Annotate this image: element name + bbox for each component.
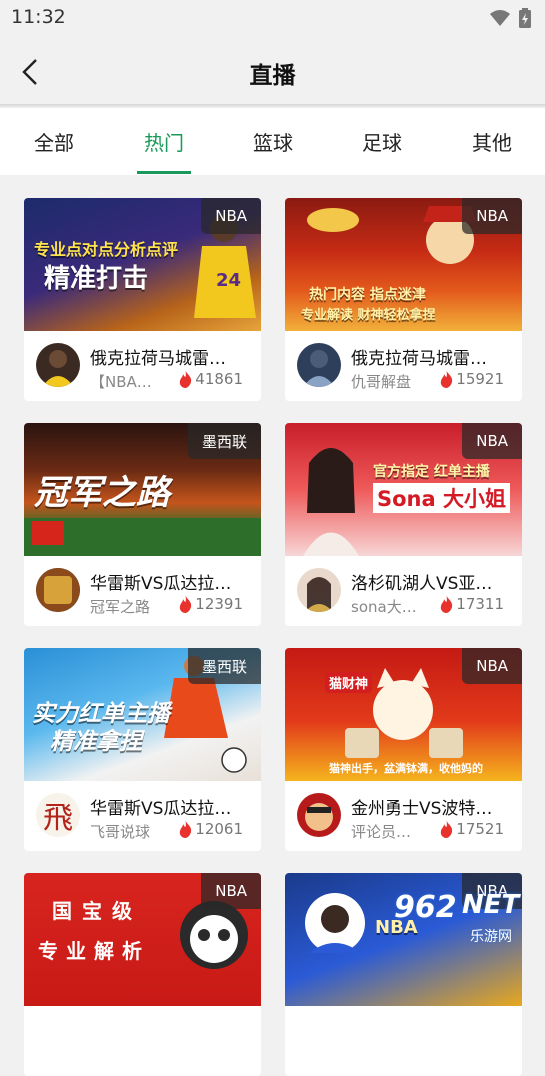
heat-value: 12391: [195, 595, 243, 613]
tab-basketball[interactable]: 篮球: [233, 127, 313, 156]
thumb-headline: 官方指定 红单主播: [373, 464, 490, 480]
live-card[interactable]: 24 专业点对点分析点评 精准打击 NBA 俄克拉荷马城雷… 【NBA… 418…: [24, 198, 261, 401]
thumb-headline: 热门内容 指点迷津: [309, 287, 426, 303]
match-title: 洛杉矶湖人VS亚…: [351, 574, 493, 594]
heat-value: 17521: [456, 820, 504, 838]
thumb-subheadline: 专业解读 财神轻松拿捏: [301, 308, 436, 323]
match-title: 俄克拉荷马城雷…: [90, 349, 226, 369]
heat-count: 17521: [440, 820, 504, 838]
thumb-headline: 冠军之路: [34, 473, 170, 513]
thumb-subheadline: 猫神出手，盆满钵满，收他妈的: [329, 762, 483, 775]
flame-icon: [180, 595, 192, 613]
heat-value: 17311: [456, 595, 504, 613]
calligraphy-avatar-icon: 飛: [36, 793, 80, 837]
heat-count: 12391: [179, 595, 243, 613]
live-card[interactable]: 猫财神 猫神出手，盆满钵满，收他妈的 NBA 金州勇士VS波特… 评论员… 17…: [285, 648, 522, 851]
league-badge: 墨西联: [187, 423, 261, 459]
flame-icon: [180, 820, 192, 838]
live-card[interactable]: 实力红单主播 精准拿捏 墨西联 飛 华雷斯VS瓜达拉… 飞哥说球 12061: [24, 648, 261, 851]
anchor-name: 飞哥说球: [90, 823, 151, 841]
match-title: 俄克拉荷马城雷…: [351, 349, 487, 369]
anchor-name: sona大…: [351, 598, 417, 616]
live-card[interactable]: 官方指定 红单主播 Sona 大小姐 NBA 洛杉矶湖人VS亚… sona大… …: [285, 423, 522, 626]
player-avatar-icon: [36, 343, 80, 387]
live-thumbnail: 猫财神 猫神出手，盆满钵满，收他妈的 NBA: [285, 648, 522, 781]
category-tabs: 全部 热门 篮球 足球 其他: [0, 108, 545, 175]
header: 直播: [0, 36, 545, 106]
watermark-sub: 乐游网: [470, 929, 512, 945]
live-card[interactable]: 国宝级 专业解析 NBA: [24, 873, 261, 1076]
page-title: 直播: [249, 63, 296, 89]
status-bar: 11:32: [0, 0, 545, 36]
tab-hot[interactable]: 热门: [124, 127, 204, 156]
heat-count: 15921: [440, 370, 504, 388]
battery-icon: [519, 8, 531, 28]
live-grid: 24 专业点对点分析点评 精准打击 NBA 俄克拉荷马城雷… 【NBA… 418…: [0, 175, 545, 1076]
anchor-name: 冠军之路: [90, 598, 151, 616]
match-title: 华雷斯VS瓜达拉…: [90, 574, 232, 594]
heat-value: 12061: [195, 820, 243, 838]
anchor-name: 【NBA…: [90, 373, 152, 391]
thumb-subheadline: 精准拿捏: [50, 729, 142, 755]
thumb-subheadline: Sona 大小姐: [373, 483, 510, 513]
watermark-number: 962: [394, 890, 457, 925]
player-avatar-icon: [36, 568, 80, 612]
match-title: 金州勇士VS波特…: [351, 799, 493, 819]
live-thumbnail: 国宝级 专业解析 NBA: [24, 873, 261, 1006]
thumb-subheadline: 专业解析: [38, 939, 150, 963]
live-thumbnail: 24 专业点对点分析点评 精准打击 NBA: [24, 198, 261, 331]
cartoon-avatar-icon: [297, 793, 341, 837]
watermark-net: NET: [462, 890, 520, 920]
flame-icon: [441, 595, 453, 613]
anchor-name: 仇哥解盘: [351, 373, 412, 391]
live-thumbnail: 热门内容 指点迷津 专业解读 财神轻松拿捏 NBA: [285, 198, 522, 331]
tab-football[interactable]: 足球: [342, 127, 422, 156]
thumb-headline: 国宝级: [52, 899, 142, 923]
avatar-char: 飛: [43, 801, 73, 836]
heat-count: 12061: [179, 820, 243, 838]
thumb-headline: 猫财神: [325, 672, 373, 693]
league-badge: NBA: [462, 198, 522, 234]
heat-value: 41861: [195, 370, 243, 388]
live-card[interactable]: 冠军之路 墨西联 华雷斯VS瓜达拉… 冠军之路 12391: [24, 423, 261, 626]
flame-icon: [441, 370, 453, 388]
league-badge: 墨西联: [187, 648, 261, 684]
thumb-subheadline: 精准打击: [44, 264, 149, 294]
thumb-headline: 专业点对点分析点评: [34, 240, 179, 259]
match-title: 华雷斯VS瓜达拉…: [90, 799, 232, 819]
tab-other[interactable]: 其他: [452, 127, 532, 156]
live-card[interactable]: 热门内容 指点迷津 专业解读 财神轻松拿捏 NBA 俄克拉荷马城雷… 仇哥解盘 …: [285, 198, 522, 401]
league-badge: NBA: [462, 648, 522, 684]
live-thumbnail: 官方指定 红单主播 Sona 大小姐 NBA: [285, 423, 522, 556]
wifi-icon: [490, 10, 510, 26]
tab-indicator: [137, 171, 191, 174]
league-badge: NBA: [201, 198, 261, 234]
anchor-name: 评论员…: [351, 823, 412, 841]
heat-count: 41861: [179, 370, 243, 388]
player-avatar-icon: [297, 343, 341, 387]
flame-icon: [180, 370, 192, 388]
site-watermark: 962 NET 乐游网: [392, 890, 542, 948]
status-icons: [489, 8, 531, 28]
host-avatar-icon: [297, 568, 341, 612]
tab-all[interactable]: 全部: [14, 127, 94, 156]
svg-text:24: 24: [216, 270, 241, 291]
flame-icon: [441, 820, 453, 838]
live-thumbnail: 冠军之路 墨西联: [24, 423, 261, 556]
heat-count: 17311: [440, 595, 504, 613]
status-time: 11:32: [11, 6, 66, 28]
heat-value: 15921: [456, 370, 504, 388]
league-badge: NBA: [462, 423, 522, 459]
league-badge: NBA: [201, 873, 261, 909]
live-thumbnail: 实力红单主播 精准拿捏 墨西联: [24, 648, 261, 781]
